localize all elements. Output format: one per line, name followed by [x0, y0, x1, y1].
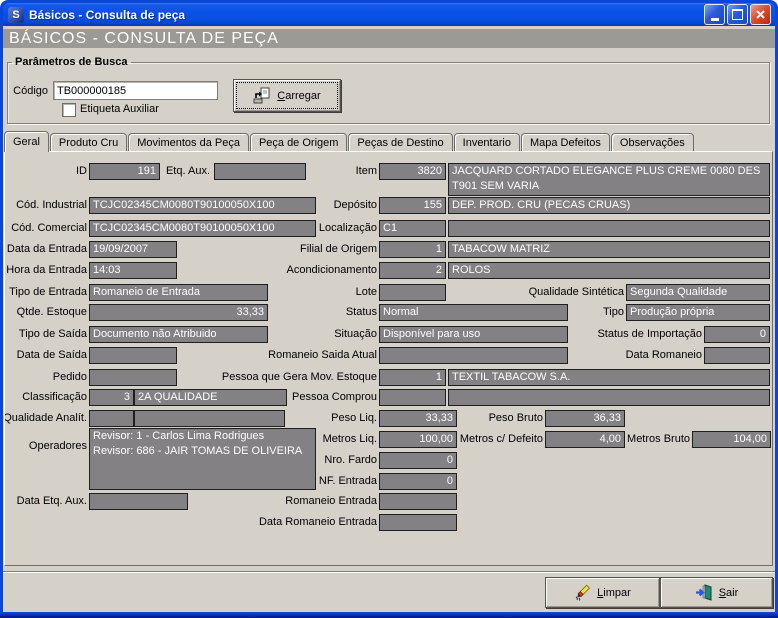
window-controls	[704, 4, 771, 25]
load-page-icon	[253, 87, 271, 104]
tab-movimentos-da-peca[interactable]: Movimentos da Peça	[128, 133, 249, 152]
carregar-button[interactable]: Carregar	[233, 79, 341, 112]
app-icon: S	[8, 7, 24, 23]
carregar-button-label: Carregar	[277, 90, 320, 102]
tab-peca-de-origem[interactable]: Peça de Origem	[250, 133, 347, 152]
etiqueta-auxiliar-checkbox[interactable]	[62, 103, 76, 117]
app-window: S Básicos - Consulta de peça BÁSICOS - C…	[0, 0, 778, 618]
tab-produto-cru[interactable]: Produto Cru	[50, 133, 127, 152]
sair-button[interactable]: Sair	[660, 577, 773, 608]
tab-observacoes[interactable]: Observações	[611, 133, 694, 152]
limpar-button[interactable]: Limpar	[545, 577, 660, 608]
footer-divider	[3, 571, 775, 573]
exit-door-icon	[695, 584, 713, 601]
sair-button-label: Sair	[719, 587, 739, 599]
etiqueta-auxiliar-label: Etiqueta Auxiliar	[80, 103, 159, 116]
tab-bar: Geral Produto Cru Movimentos da Peça Peç…	[4, 131, 695, 152]
tab-geral[interactable]: Geral	[4, 131, 49, 152]
minimize-button[interactable]	[704, 4, 725, 25]
close-icon	[755, 9, 766, 20]
minimize-icon	[711, 18, 719, 21]
limpar-button-label: Limpar	[597, 587, 631, 599]
window-bottom-border	[0, 612, 778, 618]
maximize-icon	[732, 9, 743, 20]
codigo-input[interactable]	[53, 81, 218, 100]
tab-content-panel	[4, 151, 773, 566]
tab-mapa-defeitos[interactable]: Mapa Defeitos	[521, 133, 610, 152]
codigo-label: Código	[10, 85, 48, 98]
title-bar[interactable]: S Básicos - Consulta de peça	[3, 3, 775, 26]
maximize-button[interactable]	[727, 4, 748, 25]
tab-inventario[interactable]: Inventario	[454, 133, 520, 152]
window-title: Básicos - Consulta de peça	[29, 8, 185, 22]
tab-pecas-de-destino[interactable]: Peças de Destino	[348, 133, 452, 152]
clean-pencil-icon	[574, 584, 591, 601]
search-group-title: Parâmetros de Busca	[12, 56, 131, 68]
close-button[interactable]	[750, 4, 771, 25]
page-title: BÁSICOS - CONSULTA DE PEÇA	[3, 29, 775, 48]
